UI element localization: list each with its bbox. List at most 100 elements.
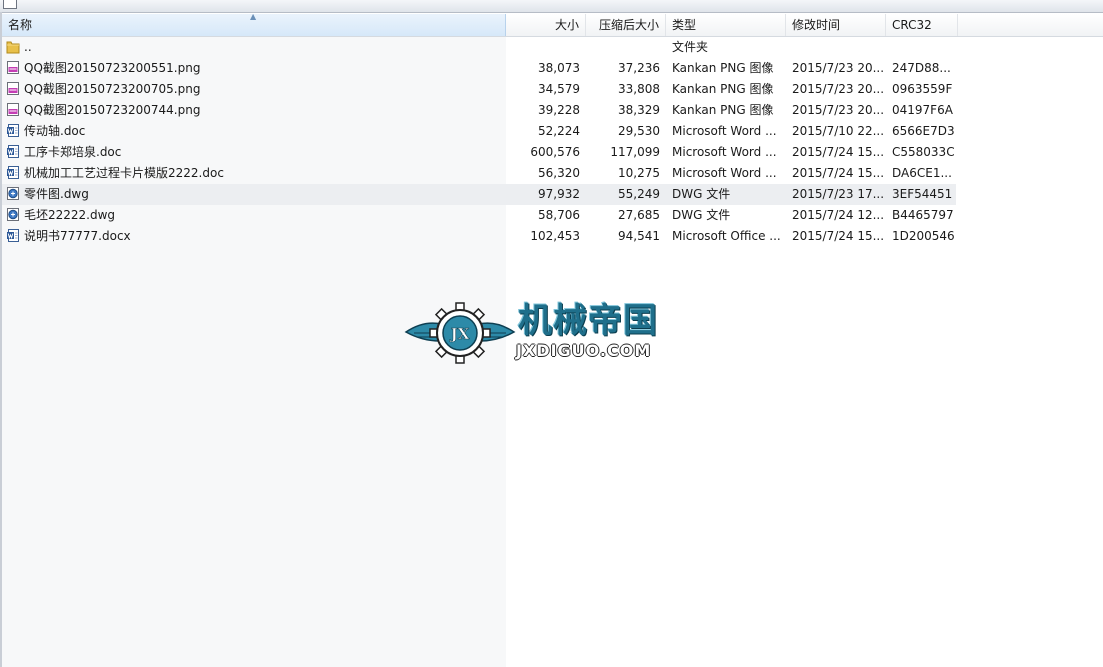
file-name-cell: 毛坯22222.dwg: [6, 205, 506, 226]
file-name-cell: 机械加工工艺过程卡片模版2222.doc: [6, 163, 506, 184]
file-row[interactable]: QQ截图20150723200744.png 39,228 38,329 Kankan…: [2, 100, 956, 121]
file-name-cell: QQ截图20150723200551.png: [6, 58, 506, 79]
file-type: 文件夹: [672, 40, 709, 54]
file-size: 58,706: [538, 208, 580, 222]
file-packed-size: 29,530: [618, 124, 660, 138]
file-name: 传动轴.doc: [24, 124, 86, 138]
png-file-icon: [6, 102, 20, 117]
column-header-bar: 名称 ▲ 大小 压缩后大小 类型 修改时间 CRC32: [2, 14, 1103, 37]
column-header-size-label: 大小: [554, 18, 579, 32]
column-header-modified-label: 修改时间: [792, 18, 841, 32]
file-packed-size: 117,099: [610, 145, 660, 159]
file-name-cell: QQ截图20150723200705.png: [6, 79, 506, 100]
file-packed-size: 38,329: [618, 103, 660, 117]
column-header-modified[interactable]: 修改时间: [786, 14, 886, 36]
word-doc-icon: [6, 165, 20, 180]
file-name-cell: 零件图.dwg: [6, 184, 506, 205]
file-name: QQ截图20150723200744.png: [24, 103, 201, 117]
file-crc32: 247D88...: [892, 61, 951, 75]
file-crc32: 1D200546: [892, 229, 955, 243]
file-modified: 2015/7/23 20...: [792, 61, 885, 75]
window-top-strip: [0, 0, 1103, 13]
file-name: QQ截图20150723200551.png: [24, 61, 201, 75]
word-doc-icon: [6, 123, 20, 138]
file-size: 34,579: [538, 82, 580, 96]
file-row[interactable]: QQ截图20150723200551.png 38,073 37,236 Kankan…: [2, 58, 956, 79]
file-packed-size: 55,249: [618, 187, 660, 201]
file-modified: 2015/7/24 12...: [792, 208, 885, 222]
file-packed-size: 33,808: [618, 82, 660, 96]
file-packed-size: 37,236: [618, 61, 660, 75]
file-size: 38,073: [538, 61, 580, 75]
dwg-file-icon: [6, 186, 20, 201]
column-header-crc32-label: CRC32: [892, 18, 932, 32]
file-name-cell: ..: [6, 37, 506, 58]
column-header-name[interactable]: 名称 ▲: [2, 14, 506, 36]
file-size: 39,228: [538, 103, 580, 117]
file-name: 零件图.dwg: [24, 187, 89, 201]
file-packed-size: 94,541: [618, 229, 660, 243]
file-row[interactable]: 毛坯22222.dwg 58,706 27,685 DWG 文件 2015/7/24 1…: [2, 205, 956, 226]
file-packed-size: 10,275: [618, 166, 660, 180]
column-header-size[interactable]: 大小: [506, 14, 586, 36]
file-row[interactable]: QQ截图20150723200705.png 34,579 33,808 Kankan…: [2, 79, 956, 100]
file-name: ..: [24, 40, 32, 54]
file-size: 56,320: [538, 166, 580, 180]
file-modified: 2015/7/10 22...: [792, 124, 885, 138]
word-doc-icon: [6, 228, 20, 243]
file-size: 97,932: [538, 187, 580, 201]
dwg-file-icon: [6, 207, 20, 222]
watermark-logo: JX 机械帝国 JXDIGUO.COM: [404, 300, 696, 366]
png-file-icon: [6, 81, 20, 96]
file-crc32: 6566E7D3: [892, 124, 955, 138]
file-crc32: 3EF54451: [892, 187, 953, 201]
emblem-letters: JX: [449, 325, 470, 343]
column-header-type[interactable]: 类型: [666, 14, 786, 36]
file-modified: 2015/7/24 15...: [792, 229, 885, 243]
window-icon: [3, 0, 17, 9]
png-file-icon: [6, 60, 20, 75]
file-type: DWG 文件: [672, 187, 731, 201]
column-header-packed-size[interactable]: 压缩后大小: [586, 14, 666, 36]
file-size: 102,453: [530, 229, 580, 243]
file-type: Microsoft Word ...: [672, 124, 777, 138]
file-size: [506, 37, 586, 58]
file-row[interactable]: .. 文件夹: [2, 37, 956, 58]
file-row[interactable]: 说明书77777.docx 102,453 94,541 Microsoft Offi…: [2, 226, 956, 247]
gear-wings-emblem-icon: JX: [404, 302, 516, 364]
file-size: 52,224: [538, 124, 580, 138]
file-name: QQ截图20150723200705.png: [24, 82, 201, 96]
file-modified: [786, 37, 886, 58]
file-type: Kankan PNG 图像: [672, 103, 774, 117]
file-type: Kankan PNG 图像: [672, 82, 774, 96]
watermark-title: 机械帝国: [518, 301, 658, 341]
file-type: Kankan PNG 图像: [672, 61, 774, 75]
file-name-cell: 说明书77777.docx: [6, 226, 506, 247]
file-name-cell: 传动轴.doc: [6, 121, 506, 142]
file-modified: 2015/7/24 15...: [792, 166, 885, 180]
column-header-crc32[interactable]: CRC32: [886, 14, 958, 36]
file-modified: 2015/7/24 15...: [792, 145, 885, 159]
file-modified: 2015/7/23 20...: [792, 82, 885, 96]
file-modified: 2015/7/23 20...: [792, 103, 885, 117]
word-doc-icon: [6, 144, 20, 159]
file-name: 说明书77777.docx: [24, 229, 131, 243]
file-type: Microsoft Word ...: [672, 145, 777, 159]
file-name: 工序卡郑培泉.doc: [24, 145, 122, 159]
file-row[interactable]: 传动轴.doc 52,224 29,530 Microsoft Word ... 201…: [2, 121, 956, 142]
folder-icon: [6, 39, 20, 54]
file-row[interactable]: 零件图.dwg 97,932 55,249 DWG 文件 2015/7/23 17...…: [2, 184, 956, 205]
file-packed-size: 27,685: [618, 208, 660, 222]
file-type: Microsoft Office ...: [672, 229, 781, 243]
file-packed-size: [586, 37, 666, 58]
file-crc32: DA6CE1...: [892, 166, 952, 180]
file-list: .. 文件夹 QQ截图20150723200551.png 38,073 37,236 K…: [2, 37, 956, 247]
file-crc32: 04197F6A: [892, 103, 953, 117]
watermark-subtitle: JXDIGUO.COM: [516, 341, 652, 360]
column-header-name-label: 名称: [8, 18, 33, 32]
file-row[interactable]: 机械加工工艺过程卡片模版2222.doc 56,320 10,275 Microsof…: [2, 163, 956, 184]
file-row[interactable]: 工序卡郑培泉.doc 600,576 117,099 Microsoft Word .…: [2, 142, 956, 163]
file-crc32: 0963559F: [892, 82, 953, 96]
file-name: 毛坯22222.dwg: [24, 208, 116, 222]
file-name-cell: QQ截图20150723200744.png: [6, 100, 506, 121]
